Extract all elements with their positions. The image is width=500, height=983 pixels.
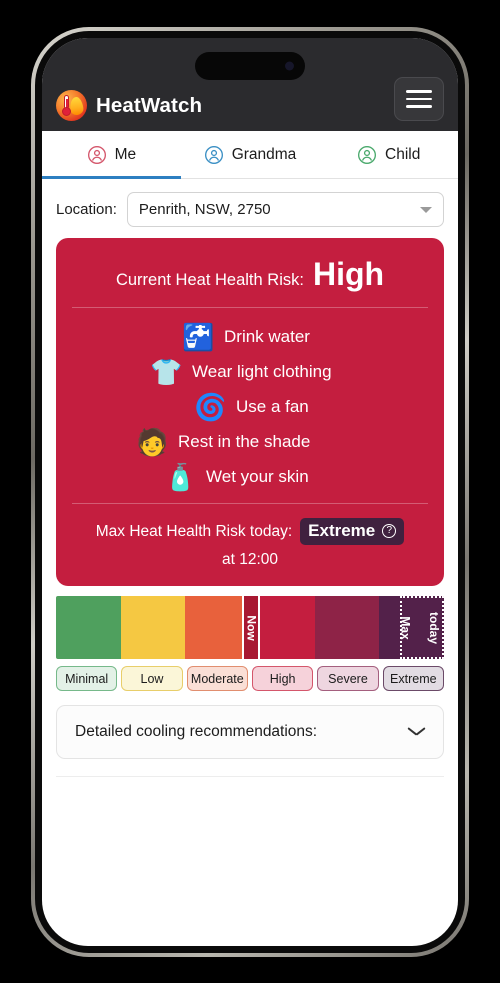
scale-segment-low (120, 596, 186, 659)
legend-chip-severe[interactable]: Severe (317, 666, 379, 691)
phone-screen: HeatWatch Me Grandma Child Location: Pen… (42, 38, 458, 946)
legend-label: Severe (328, 671, 368, 686)
advice-list: 🚰 Drink water 👕 Wear light clothing 🌀 Us… (72, 308, 428, 503)
person-circle-icon (204, 145, 223, 164)
max-marker-label-line2: today (427, 611, 442, 644)
brand-group: HeatWatch (56, 90, 394, 121)
legend-label: Moderate (190, 671, 244, 686)
max-risk-line: Max Heat Health Risk today: Extreme ? (72, 518, 428, 545)
water-bottle-icon: 🚰 (182, 322, 215, 352)
max-risk-block: Max Heat Health Risk today: Extreme ? at… (72, 504, 428, 569)
current-risk-value: High (312, 256, 385, 292)
spray-bottle-icon: 🧴 (164, 462, 197, 492)
scale-section: Now Max today (42, 586, 458, 659)
current-risk-headline: Current Heat Health Risk: High (72, 258, 428, 307)
max-today-marker: Max today (398, 596, 444, 659)
tab-label: Grandma (231, 145, 297, 163)
detail-section: Detailed cooling recommendations: (42, 691, 458, 759)
scale-segment-moderate (185, 596, 251, 659)
legend-label: Minimal (65, 671, 109, 686)
max-marker-label-line1: Max (398, 615, 413, 640)
scale-segment-severe (314, 596, 380, 659)
tshirt-icon: 👕 (150, 357, 183, 387)
app-header: HeatWatch (42, 38, 458, 131)
advice-item-wet-your-skin: 🧴 Wet your skin (72, 464, 428, 490)
advice-text: Use a fan (236, 397, 309, 416)
now-marker: Now (242, 596, 261, 659)
location-select[interactable]: Penrith, NSW, 2750 (126, 192, 444, 227)
divider (56, 776, 444, 777)
now-marker-label: Now (244, 614, 259, 641)
person-circle-icon (358, 145, 377, 164)
advice-text: Wet your skin (206, 467, 309, 486)
advice-item-use-a-fan: 🌀 Use a fan (72, 394, 428, 420)
legend-chip-low[interactable]: Low (121, 666, 183, 691)
location-value: Penrith, NSW, 2750 (138, 201, 271, 218)
fan-icon: 🌀 (194, 392, 227, 422)
tab-child[interactable]: Child (319, 131, 458, 178)
advice-text: Drink water (224, 327, 310, 346)
menu-line (406, 90, 432, 93)
risk-card: Current Heat Health Risk: High 🚰 Drink w… (56, 238, 444, 586)
dynamic-island (195, 52, 305, 80)
chevron-down-icon[interactable] (408, 727, 425, 737)
location-label: Location: (56, 201, 117, 218)
max-risk-label: Max Heat Health Risk today: (95, 522, 293, 540)
person-resting-icon: 🧑 (136, 427, 169, 457)
max-risk-time: at 12:00 (221, 551, 279, 568)
legend-label: Low (140, 671, 164, 686)
caret-down-icon (420, 206, 432, 213)
phone-frame: HeatWatch Me Grandma Child Location: Pen… (31, 27, 469, 957)
tab-grandma[interactable]: Grandma (181, 131, 320, 178)
thermometer-flame-logo-icon (56, 90, 87, 121)
accordion-label: Detailed cooling recommendations: (75, 723, 318, 740)
help-circle-icon[interactable]: ? (382, 524, 397, 538)
legend-chip-extreme[interactable]: Extreme (382, 666, 444, 691)
menu-line (406, 97, 432, 101)
location-row: Location: Penrith, NSW, 2750 (42, 179, 458, 238)
person-circle-icon (87, 145, 106, 164)
max-risk-value: Extreme (308, 521, 376, 540)
flame-shape (68, 96, 85, 116)
advice-text: Rest in the shade (178, 432, 311, 451)
legend-chip-moderate[interactable]: Moderate (186, 666, 248, 691)
profile-tabs: Me Grandma Child (42, 131, 458, 179)
legend-label: High (269, 671, 296, 686)
risk-legend: Minimal Low Moderate High Severe Extreme (42, 659, 458, 691)
tab-me[interactable]: Me (42, 131, 181, 179)
advice-item-wear-light-clothing: 👕 Wear light clothing (72, 359, 428, 385)
detailed-cooling-recommendations-accordion[interactable]: Detailed cooling recommendations: (56, 705, 444, 759)
menu-line (406, 105, 432, 108)
thermometer-bulb-shape (62, 107, 71, 116)
tab-label: Child (385, 145, 421, 163)
advice-item-rest-in-the-shade: 🧑 Rest in the shade (72, 429, 428, 455)
legend-chip-minimal[interactable]: Minimal (56, 666, 118, 691)
scale-segment-minimal (56, 596, 121, 659)
advice-item-drink-water: 🚰 Drink water (72, 324, 428, 350)
advice-text: Wear light clothing (192, 362, 332, 381)
risk-scale-bar: Now Max today (56, 596, 444, 659)
hamburger-menu-icon[interactable] (394, 77, 444, 121)
current-risk-label: Current Heat Health Risk: (115, 271, 304, 289)
legend-label: Extreme (390, 671, 437, 686)
max-risk-badge[interactable]: Extreme ? (300, 518, 405, 545)
legend-chip-high[interactable]: High (251, 666, 314, 691)
tab-label: Me (114, 145, 137, 163)
app-title: HeatWatch (96, 93, 203, 117)
front-camera-icon (285, 61, 294, 71)
